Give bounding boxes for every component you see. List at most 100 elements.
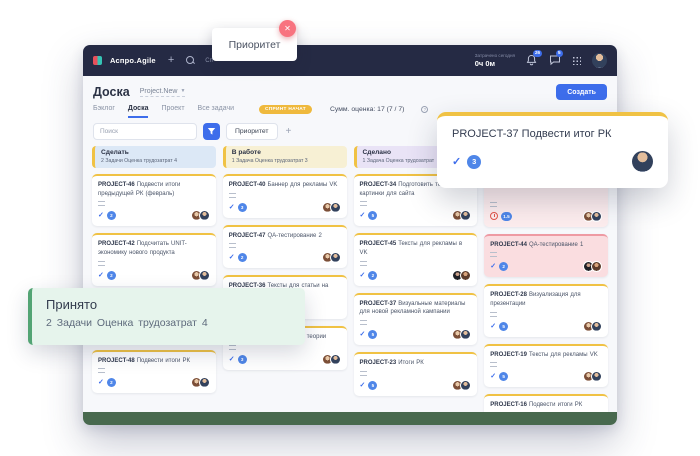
task-id: PROJECT-42 xyxy=(98,241,135,247)
messages-badge: 5 xyxy=(556,50,563,57)
avatar xyxy=(591,321,602,332)
task-title: QA-тестирование 2 xyxy=(267,233,321,239)
description-icon xyxy=(360,320,367,325)
accepted-popup: Принято 2 Задачи Оценка трудозатрат 4 xyxy=(28,288,305,345)
overdue-clock-icon xyxy=(490,212,498,220)
task-id: PROJECT-23 xyxy=(360,360,397,366)
notifications-badge: 26 xyxy=(533,50,542,57)
tab-all-tasks[interactable]: Все задачи xyxy=(198,105,235,118)
checkmark-icon: ✓ xyxy=(490,373,496,380)
task-card[interactable]: PROJECT-19Тексты для рекламы VK ✓5 xyxy=(484,344,608,388)
board-header: Доска Project.New ▼ Создать xyxy=(83,76,617,103)
task-title: Баннер для рекламы VK xyxy=(267,182,337,188)
add-filter-button[interactable]: + xyxy=(286,126,292,137)
task-card[interactable]: PROJECT-42Подсчитать UNIT-экономику ново… xyxy=(92,233,216,285)
column-todo: Сделать 2 Задачи Оценка трудозатрат 4 PR… xyxy=(92,146,216,425)
funnel-icon xyxy=(207,127,216,136)
estimate-badge: 2 xyxy=(107,211,116,220)
avatar xyxy=(460,329,471,340)
checkmark-icon: ✓ xyxy=(229,254,235,261)
search-input[interactable] xyxy=(93,123,197,140)
checkmark-icon: ✓ xyxy=(98,272,104,279)
priority-tooltip-label: Приоритет xyxy=(229,39,281,51)
task-card[interactable]: PROJECT-48Подвести итоги РК ✓2 xyxy=(92,350,216,394)
description-icon xyxy=(360,371,367,376)
description-icon xyxy=(490,362,497,367)
task-id: PROJECT-44 xyxy=(490,242,527,248)
description-icon xyxy=(98,261,105,266)
estimate-badge: 5 xyxy=(368,330,377,339)
accepted-title: Принято xyxy=(46,297,291,312)
estimate-badge: 5 xyxy=(368,381,377,390)
tab-project[interactable]: Проект xyxy=(161,105,184,118)
task-title: Подвести итоги РК xyxy=(529,402,582,408)
description-icon xyxy=(490,252,497,257)
checkmark-icon: ✓ xyxy=(229,204,235,211)
notifications-button[interactable]: 26 xyxy=(526,54,538,66)
brand-logo-icon xyxy=(93,56,102,65)
column-meta: 1 Задача Оценка трудозатрат 3 xyxy=(232,158,341,165)
time-tracker-label: Затрачено сегодня xyxy=(475,53,515,59)
user-avatar[interactable] xyxy=(592,53,607,68)
priority-filter-chip[interactable]: Приоритет xyxy=(226,123,278,140)
task-card[interactable]: PROJECT-44QA-тестирование 1 ✓2 xyxy=(484,234,608,278)
estimate-badge: 2 xyxy=(107,271,116,280)
task-id: PROJECT-16 xyxy=(490,402,527,408)
checkmark-icon: ✓ xyxy=(452,155,461,168)
bottom-green-strip xyxy=(83,412,617,425)
estimate-badge: 3 xyxy=(238,355,247,364)
checkmark-icon: ✓ xyxy=(360,382,366,389)
avatar xyxy=(330,202,341,213)
avatar xyxy=(330,354,341,365)
brand-name: Аспро.Agile xyxy=(110,56,156,65)
task-card[interactable]: PROJECT-46Подвести итоги предыдущей РК (… xyxy=(92,174,216,226)
task-id: PROJECT-19 xyxy=(490,352,527,358)
avatar xyxy=(199,210,210,221)
add-icon[interactable]: + xyxy=(168,55,174,66)
checkmark-icon: ✓ xyxy=(229,356,235,363)
filter-button[interactable] xyxy=(203,123,220,140)
description-icon xyxy=(490,312,497,317)
accepted-meta: 2 Задачи Оценка трудозатрат 4 xyxy=(46,317,291,329)
description-icon xyxy=(490,202,497,207)
task-card[interactable]: PROJECT-23Итоги РК ✓5 xyxy=(354,352,478,396)
checkmark-icon: ✓ xyxy=(360,272,366,279)
column-header[interactable]: Сделать 2 Задачи Оценка трудозатрат 4 xyxy=(92,146,216,168)
task-id: PROJECT-46 xyxy=(98,182,135,188)
estimate-badge: 5 xyxy=(368,211,377,220)
column-header[interactable]: В работе 1 Задача Оценка трудозатрат 3 xyxy=(223,146,347,168)
board-selector[interactable]: Project.New ▼ xyxy=(140,88,186,97)
checkmark-icon: ✓ xyxy=(490,323,496,330)
apps-grid-icon[interactable] xyxy=(572,56,581,65)
task-card[interactable]: PROJECT-47QA-тестирование 2 ✓2 xyxy=(223,225,347,269)
column-name: Сделать xyxy=(101,149,210,158)
estimate-badge: 5 xyxy=(499,322,508,331)
estimate-badge: 2 xyxy=(238,253,247,262)
avatar xyxy=(199,377,210,388)
close-icon[interactable]: ✕ xyxy=(279,20,296,37)
estimate-badge: 5 xyxy=(499,372,508,381)
column-meta: 2 Задачи Оценка трудозатрат 4 xyxy=(101,158,210,165)
tab-backlog[interactable]: Бэклог xyxy=(93,105,115,118)
help-icon[interactable]: ? xyxy=(421,106,428,113)
avatar xyxy=(632,151,653,172)
task-card[interactable]: PROJECT-45Тексты для рекламы в VK ✓2 xyxy=(354,233,478,285)
task-card[interactable]: PROJECT-37Визуальные материалы для новой… xyxy=(354,293,478,345)
create-button[interactable]: Создать xyxy=(556,84,607,100)
time-tracker[interactable]: Затрачено сегодня 0ч 0м xyxy=(475,53,515,68)
messages-button[interactable]: 5 xyxy=(549,54,561,66)
checkmark-icon: ✓ xyxy=(360,331,366,338)
tab-board[interactable]: Доска xyxy=(128,105,149,118)
task-title: Подвести итоги РК xyxy=(137,358,190,364)
checkmark-icon: ✓ xyxy=(98,212,104,219)
task-title: теории xyxy=(307,334,326,340)
avatar xyxy=(460,270,471,281)
task-popup[interactable]: PROJECT-37 Подвести итог РК ✓ 3 xyxy=(437,112,668,188)
search-icon[interactable] xyxy=(186,56,195,65)
task-title: Итоги РК xyxy=(398,360,424,366)
task-card[interactable]: PROJECT-28Визуализация для презентации ✓… xyxy=(484,284,608,336)
page-title: Доска xyxy=(93,85,130,99)
task-card[interactable]: PROJECT-40Баннер для рекламы VK ✓3 xyxy=(223,174,347,218)
page: Аспро.Agile + Сп Затрачено сегодня 0ч 0м… xyxy=(0,0,700,456)
sprint-summary: Сумм. оценка: 17 (7 / 7) xyxy=(330,106,404,113)
